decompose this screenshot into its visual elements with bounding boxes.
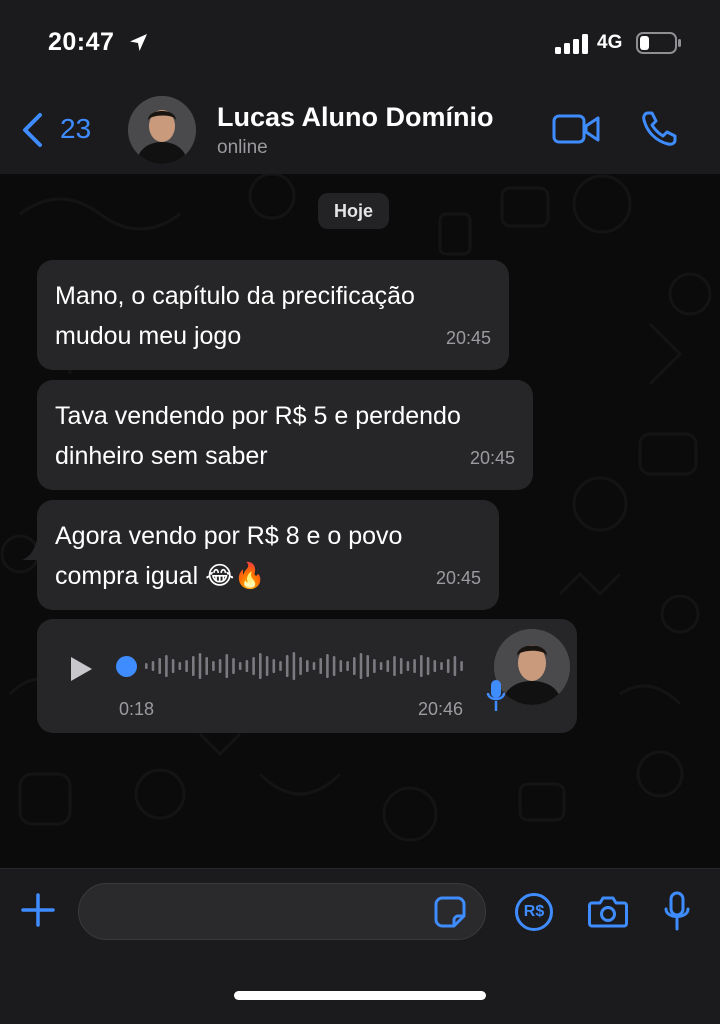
message-time: 20:45 [435,568,481,588]
sticker-icon[interactable] [434,896,466,928]
camera-icon[interactable] [588,894,628,928]
date-separator: Hoje [318,193,390,229]
microphone-icon [486,680,506,711]
contact-avatar[interactable] [128,96,196,164]
message-time: 20:45 [445,328,491,348]
voice-duration: 0:18 [119,699,155,719]
video-camera-icon[interactable] [552,112,600,146]
message-text: Mano, o capítulo da precificação mudou m… [55,282,415,350]
top-bar [0,0,720,174]
microphone-icon[interactable] [663,891,691,931]
message-text: Tava vendendo por R$ 5 e perdendo dinhei… [55,402,461,470]
message-text: Agora vendo por R$ 8 e o povo compra igu… [55,522,403,590]
message-input[interactable] [78,883,486,940]
home-indicator[interactable] [234,991,486,1000]
voice-time: 20:46 [418,699,464,719]
phone-icon[interactable] [640,110,678,148]
contact-status: online [217,137,268,158]
battery-icon [636,32,681,54]
signal-icon [555,34,588,54]
plus-icon[interactable] [21,893,55,927]
message-bubble[interactable]: Mano, o capítulo da precificação mudou m… [37,260,509,370]
chevron-left-icon[interactable] [20,112,44,148]
contact-name[interactable]: Lucas Aluno Domínio [217,102,494,133]
voice-waveform[interactable] [144,650,466,682]
location-arrow-icon [130,34,147,51]
network-type: 4G [597,32,623,53]
playback-position-handle[interactable] [116,656,137,677]
message-bubble[interactable]: Agora vendo por R$ 8 e o povo compra igu… [37,500,499,610]
payment-icon[interactable]: R$ [515,893,553,931]
back-button-count[interactable]: 23 [60,113,91,145]
chat-area: Hoje Mano, o capítulo da precificação mu… [0,174,720,868]
message-time: 20:45 [469,448,515,468]
bubble-tail [22,526,48,560]
message-bubble[interactable]: Tava vendendo por R$ 5 e perdendo dinhei… [37,380,533,490]
play-icon[interactable] [68,655,94,683]
status-time: 20:47 [48,28,115,56]
